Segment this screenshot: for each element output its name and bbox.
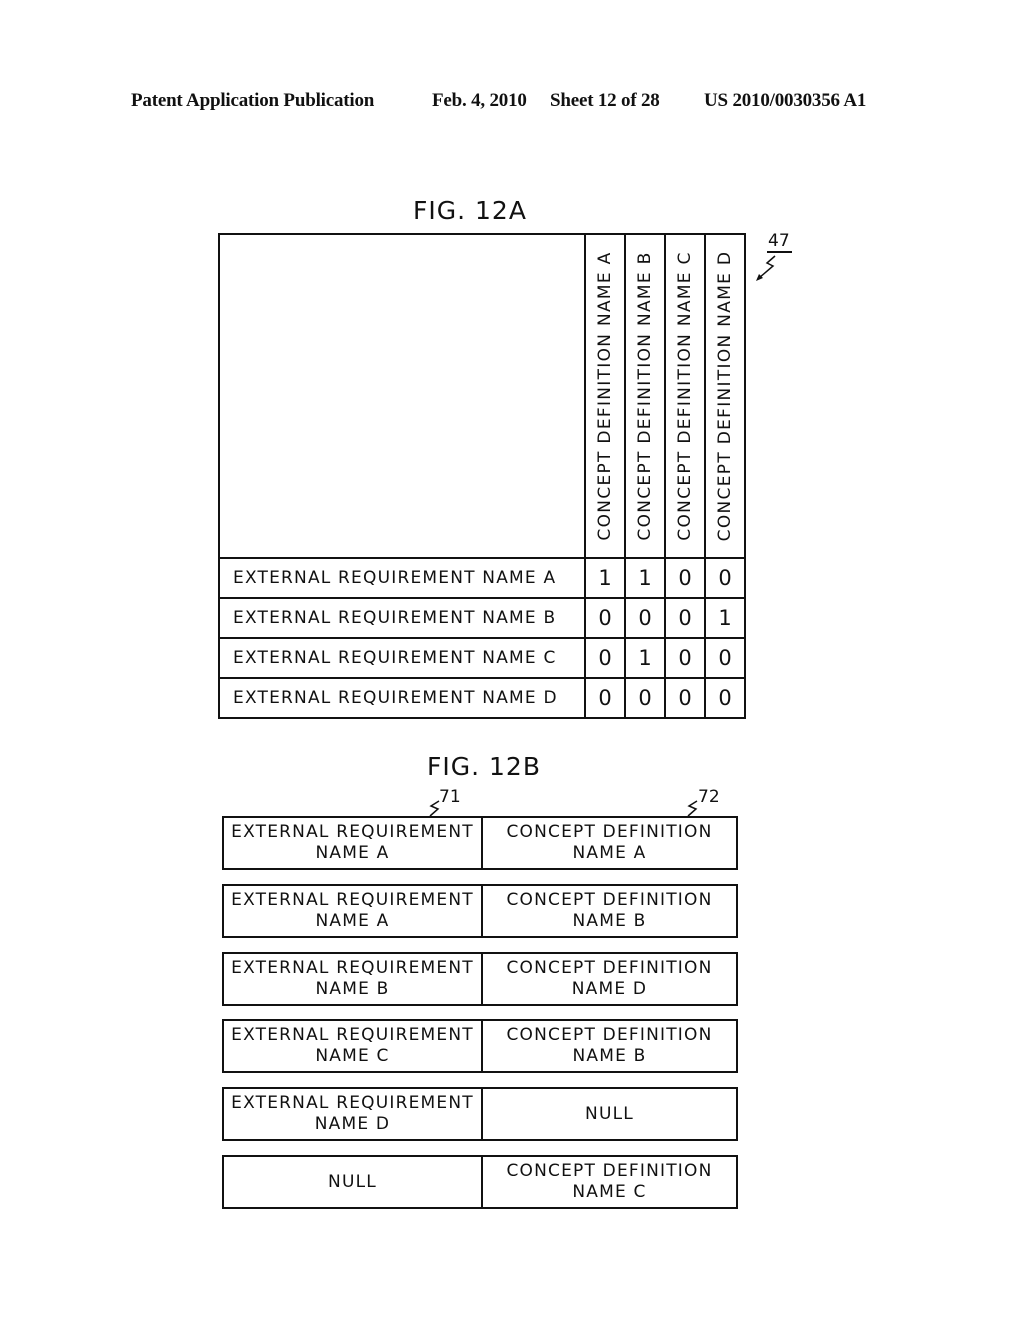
matrix-cell: 0 <box>664 677 706 719</box>
mapping-record: EXTERNAL REQUIREMENT NAME A CONCEPT DEFI… <box>222 884 738 938</box>
column-header: CONCEPT DEFINITION NAME A <box>584 233 626 559</box>
mapping-record: EXTERNAL REQUIREMENT NAME C CONCEPT DEFI… <box>222 1019 738 1073</box>
matrix-cell: 0 <box>624 677 666 719</box>
concept-definition-field: CONCEPT DEFINITION NAME B <box>506 1025 713 1066</box>
row-header: EXTERNAL REQUIREMENT NAME C <box>218 637 586 679</box>
mapping-record: EXTERNAL REQUIREMENT NAME A CONCEPT DEFI… <box>222 816 738 870</box>
matrix-cell: 0 <box>624 597 666 639</box>
concept-definition-field: NULL <box>585 1103 634 1124</box>
concept-definition-field: CONCEPT DEFINITION NAME B <box>506 890 713 931</box>
matrix-cell: 1 <box>624 637 666 679</box>
column-header: CONCEPT DEFINITION NAME C <box>664 233 706 559</box>
reference-71: 71 <box>439 787 461 807</box>
matrix-cell: 0 <box>664 597 706 639</box>
external-requirement-field: EXTERNAL REQUIREMENT NAME D <box>224 1089 483 1139</box>
fig-12b-title: FIG. 12B <box>427 752 541 781</box>
relation-matrix: CONCEPT DEFINITION NAME A CONCEPT DEFINI… <box>218 233 746 719</box>
sheet-number: Sheet 12 of 28 <box>550 90 660 111</box>
publication-label: Patent Application Publication <box>131 90 375 111</box>
matrix-cell: 1 <box>704 597 746 639</box>
matrix-cell: 1 <box>624 557 666 599</box>
fig-12a-title: FIG. 12A <box>413 196 527 225</box>
column-header: CONCEPT DEFINITION NAME D <box>704 233 746 559</box>
matrix-row: EXTERNAL REQUIREMENT NAME A 1 1 0 0 <box>218 557 746 599</box>
matrix-cell: 0 <box>584 637 626 679</box>
matrix-cell: 1 <box>584 557 626 599</box>
reference-72: 72 <box>698 787 720 807</box>
external-requirement-field: EXTERNAL REQUIREMENT NAME A <box>224 818 483 868</box>
publication-date: Feb. 4, 2010 <box>432 90 527 111</box>
reference-71-leader <box>429 800 440 817</box>
mapping-record: EXTERNAL REQUIREMENT NAME B CONCEPT DEFI… <box>222 952 738 1006</box>
row-header: EXTERNAL REQUIREMENT NAME D <box>218 677 586 719</box>
concept-definition-field: CONCEPT DEFINITION NAME A <box>506 822 713 863</box>
patent-number: US 2010/0030356 A1 <box>704 90 867 111</box>
matrix-cell: 0 <box>704 557 746 599</box>
external-requirement-field: EXTERNAL REQUIREMENT NAME B <box>224 954 483 1004</box>
column-header: CONCEPT DEFINITION NAME B <box>624 233 666 559</box>
matrix-row: EXTERNAL REQUIREMENT NAME B 0 0 0 1 <box>218 597 746 639</box>
matrix-cell: 0 <box>704 677 746 719</box>
matrix-cell: 0 <box>664 637 706 679</box>
matrix-cell: 0 <box>584 597 626 639</box>
row-header: EXTERNAL REQUIREMENT NAME A <box>218 557 586 599</box>
concept-definition-field: CONCEPT DEFINITION NAME C <box>506 1161 713 1202</box>
external-requirement-field: EXTERNAL REQUIREMENT NAME C <box>224 1021 483 1071</box>
matrix-header-row: CONCEPT DEFINITION NAME A CONCEPT DEFINI… <box>218 233 746 559</box>
reference-47: 47 <box>768 231 790 251</box>
matrix-row: EXTERNAL REQUIREMENT NAME D 0 0 0 0 <box>218 677 746 719</box>
row-header: EXTERNAL REQUIREMENT NAME B <box>218 597 586 639</box>
matrix-row: EXTERNAL REQUIREMENT NAME C 0 1 0 0 <box>218 637 746 679</box>
external-requirement-field: NULL <box>224 1157 483 1207</box>
matrix-cell: 0 <box>664 557 706 599</box>
mapping-record: NULL CONCEPT DEFINITION NAME C <box>222 1155 738 1209</box>
reference-47-leader-arrow <box>756 251 792 281</box>
external-requirement-field: EXTERNAL REQUIREMENT NAME A <box>224 886 483 936</box>
mapping-record: EXTERNAL REQUIREMENT NAME D NULL <box>222 1087 738 1141</box>
concept-definition-field: CONCEPT DEFINITION NAME D <box>506 958 713 999</box>
matrix-corner-cell <box>218 233 586 559</box>
matrix-cell: 0 <box>584 677 626 719</box>
reference-72-leader <box>687 800 698 817</box>
matrix-cell: 0 <box>704 637 746 679</box>
